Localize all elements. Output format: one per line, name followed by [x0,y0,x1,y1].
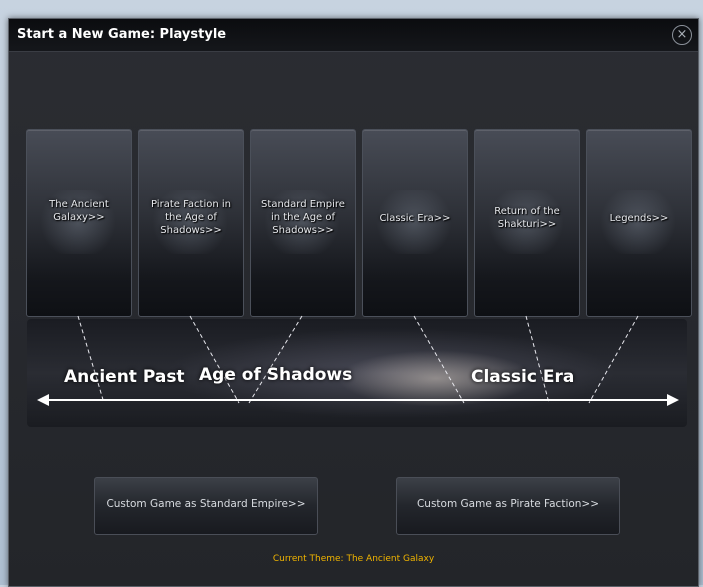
custom-game-empire-button[interactable]: Custom Game as Standard Empire>> [94,477,318,535]
custom-game-pirate-button[interactable]: Custom Game as Pirate Faction>> [396,477,620,535]
playstyle-dialog: Start a New Game: Playstyle × The Ancien… [8,18,699,587]
custom-game-pirate-label: Custom Game as Pirate Faction>> [416,498,600,510]
current-theme-text: Current Theme: The Ancient Galaxy [272,554,435,564]
era-age-of-shadows: Age of Shadows [199,365,353,385]
custom-game-empire-label: Custom Game as Standard Empire>> [106,498,306,510]
era-ancient-past: Ancient Past [64,367,185,387]
era-classic-era: Classic Era [471,367,575,387]
